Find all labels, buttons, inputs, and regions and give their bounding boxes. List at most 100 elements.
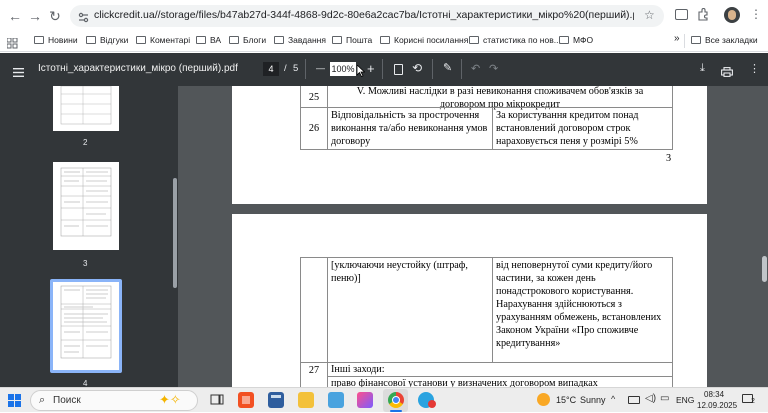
bookmark-item[interactable]: Завдання — [274, 35, 326, 45]
annotate-icon[interactable]: ✎ — [443, 61, 452, 74]
divider — [305, 59, 306, 79]
section-heading: V. Можливі наслідки в разі невиконання с… — [327, 86, 673, 110]
search-placeholder: Поиск — [53, 395, 81, 406]
page-thumbnail-3[interactable] — [53, 162, 119, 250]
forward-icon[interactable]: → — [26, 7, 44, 25]
bookmark-item[interactable]: Новини — [34, 35, 78, 45]
notes-icon[interactable] — [328, 392, 344, 408]
print-icon[interactable] — [721, 64, 733, 77]
table-cell: від неповернутої суми кредиту/його части… — [492, 257, 673, 363]
bookmark-item[interactable]: Коментарі — [136, 35, 190, 45]
bookmarks-bar: Новини Відгуки Коментарі ВА Блоги Завдан… — [0, 32, 768, 52]
folder-icon — [559, 36, 569, 44]
zoom-in-button[interactable]: + — [367, 61, 375, 76]
table-cell: [уключаючи неустойку (штраф, пеню)] — [327, 257, 493, 363]
more-actions-icon[interactable]: ⋮ — [749, 62, 760, 75]
ms-store-icon[interactable] — [238, 392, 254, 408]
thumbnail-number: 2 — [83, 138, 88, 147]
clock-time[interactable]: 08:34 — [704, 390, 724, 399]
office-icon[interactable] — [357, 392, 373, 408]
menu-icon[interactable] — [13, 64, 24, 77]
row-number: 26 — [300, 107, 328, 150]
mouse-cursor-icon — [356, 64, 366, 78]
table-cell: За користування кредитом понад встановле… — [492, 107, 673, 150]
row-number: 27 — [300, 362, 328, 387]
folder-icon — [469, 36, 479, 44]
address-bar[interactable]: clickcredit.ua//storage/files/b47ab27d-3… — [70, 5, 664, 27]
browser-toolbar: ← → ↻ clickcredit.ua//storage/files/b47a… — [0, 0, 768, 32]
folder-icon — [196, 36, 206, 44]
bookmark-item[interactable]: статистика по нов... — [469, 35, 561, 45]
fit-page-icon[interactable] — [394, 64, 403, 75]
page-thumbnail-4[interactable] — [53, 282, 119, 370]
viewer-scroll-thumb[interactable] — [762, 256, 767, 282]
zoom-out-button[interactable]: — — [316, 63, 325, 73]
undo-icon[interactable]: ↶ — [471, 62, 480, 75]
extensions-icon[interactable] — [697, 8, 709, 21]
reload-icon[interactable]: ↻ — [46, 7, 64, 25]
document-title: Істотні_характеристики_мікро (перший).pd… — [38, 63, 238, 74]
copilot-sparkle-icon: ✦✧ — [159, 392, 181, 407]
folder-icon — [274, 36, 284, 44]
weather-condition[interactable]: Sunny — [580, 395, 606, 405]
tray-overflow-icon[interactable]: ^ — [611, 394, 615, 404]
screenshot-icon[interactable] — [675, 9, 688, 20]
bookmark-item[interactable]: Пошта — [332, 35, 372, 45]
sidebar-scroll-thumb[interactable] — [173, 178, 177, 288]
volume-icon[interactable]: ◁) — [645, 393, 656, 404]
rotate-icon[interactable]: ⟲ — [412, 61, 422, 75]
avatar[interactable] — [724, 7, 740, 23]
back-icon[interactable]: ← — [6, 7, 24, 25]
more-bookmarks-button[interactable]: » — [674, 33, 680, 44]
menu-icon[interactable]: ⋮ — [750, 7, 762, 21]
clock-date[interactable]: 12.09.2025 — [697, 401, 737, 410]
url-text[interactable]: clickcredit.ua//storage/files/b47ab27d-3… — [94, 9, 634, 21]
folder-icon — [34, 36, 44, 44]
page-total: 5 — [293, 63, 299, 74]
taskbar-search[interactable]: ⌕ Поиск ✦✧ — [30, 390, 198, 411]
table-cell: Інші заходи: — [327, 362, 673, 377]
weather-temperature[interactable]: 15°C — [556, 395, 576, 405]
battery-icon[interactable] — [628, 396, 640, 404]
folder-icon — [691, 36, 701, 44]
star-icon[interactable]: ☆ — [644, 8, 655, 22]
folder-icon — [136, 36, 146, 44]
divider — [382, 59, 383, 79]
page-separator: / — [284, 63, 287, 74]
table-cell — [300, 257, 328, 363]
divider — [684, 34, 685, 48]
calculator-icon[interactable] — [268, 392, 284, 408]
apps-icon[interactable] — [6, 36, 18, 49]
download-icon[interactable]: ⤓ — [700, 62, 705, 75]
folder-icon — [332, 36, 342, 44]
bookmark-item[interactable]: МФО — [559, 35, 593, 45]
chrome-icon[interactable] — [388, 392, 404, 408]
viewer-scrollbar[interactable] — [760, 86, 768, 387]
redo-icon[interactable]: ↷ — [489, 62, 498, 75]
bookmark-item[interactable]: Відгуки — [86, 35, 128, 45]
folder-icon — [380, 36, 390, 44]
page-thumbnail-2[interactable] — [53, 85, 119, 131]
search-icon: ⌕ — [39, 394, 46, 406]
bookmark-item[interactable]: ВА — [196, 35, 221, 45]
bookmark-item[interactable]: Корисні посилання — [380, 35, 468, 45]
task-view-icon[interactable] — [209, 392, 225, 408]
folder-icon — [86, 36, 96, 44]
pdf-page-4: [уключаючи неустойку (штраф, пеню)] від … — [232, 214, 707, 387]
table-cell: Відповідальність за прострочення виконан… — [327, 107, 493, 150]
taskbar: ⌕ Поиск ✦✧ 15°C Sunny ^ ◁) ▭ ENG 08:34 1… — [0, 387, 768, 412]
zoom-input[interactable]: 100% — [330, 62, 356, 76]
table-cell: право фінансової установи у визначених д… — [327, 376, 673, 387]
pdf-toolbar: Істотні_характеристики_мікро (перший).pd… — [0, 53, 768, 86]
all-bookmarks-button[interactable]: Все закладки — [691, 35, 758, 45]
site-info-icon[interactable] — [78, 10, 89, 23]
notification-count: 2 — [751, 398, 755, 405]
telegram-icon[interactable] — [418, 392, 436, 408]
row-number: 25 — [300, 86, 328, 108]
network-icon[interactable]: ▭ — [660, 393, 669, 404]
page-number-input[interactable]: 4 — [263, 62, 279, 76]
windows-start-icon[interactable] — [8, 394, 21, 407]
bookmark-item[interactable]: Блоги — [229, 35, 266, 45]
file-explorer-icon[interactable] — [298, 392, 314, 408]
input-language[interactable]: ENG — [676, 395, 694, 405]
